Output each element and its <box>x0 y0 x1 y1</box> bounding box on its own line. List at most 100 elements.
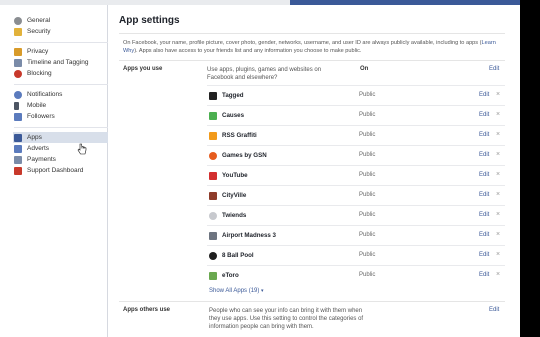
app-row-cityville[interactable]: CityVille Public Edit × <box>207 185 505 205</box>
app-row-twiends[interactable]: Twiends Public Edit × <box>207 205 505 225</box>
sidebar-item-blocking[interactable]: Blocking <box>14 68 108 79</box>
app-visibility: Public <box>359 132 376 138</box>
remove-app-icon[interactable]: × <box>496 110 500 120</box>
app-settings-panel: App settings On Facebook, your name, pro… <box>108 5 520 337</box>
app-edit-link[interactable]: Edit <box>479 151 489 160</box>
apps-others-use-edit-link[interactable]: Edit <box>489 307 499 313</box>
app-edit-link[interactable]: Edit <box>479 191 489 200</box>
sidebar-item-label: Support Dashboard <box>27 167 84 174</box>
sidebar-divider <box>14 42 108 43</box>
sidebar-item-support-dashboard[interactable]: Support Dashboard <box>14 165 108 176</box>
remove-app-icon[interactable]: × <box>496 170 500 180</box>
remove-app-icon[interactable]: × <box>496 210 500 220</box>
section-divider <box>119 301 505 302</box>
globe-icon <box>14 90 22 99</box>
sidebar-item-label: Followers <box>27 113 55 120</box>
show-all-apps-link[interactable]: Show All Apps (19) ▾ <box>209 288 264 294</box>
app-name: CityVille <box>222 192 247 199</box>
settings-sidebar: General Security Privacy Timeline and Ta… <box>0 5 108 337</box>
sidebar-divider <box>14 127 108 128</box>
app-visibility: Public <box>359 152 376 158</box>
rss-icon <box>14 112 22 121</box>
remove-app-icon[interactable]: × <box>496 190 500 200</box>
show-all-apps-label: Show All Apps (19) <box>209 288 260 294</box>
app-visibility: Public <box>359 272 376 278</box>
remove-app-icon[interactable]: × <box>496 250 500 260</box>
remove-app-icon[interactable]: × <box>496 270 500 280</box>
support-icon <box>14 166 22 175</box>
sidebar-item-label: Adverts <box>27 145 50 152</box>
tagged-icon <box>209 92 217 100</box>
sidebar-item-label: Security <box>27 28 51 35</box>
apps-icon <box>14 133 22 142</box>
app-visibility: Public <box>359 232 376 238</box>
apps-you-use-description: Use apps, plugins, games and websites on… <box>207 67 322 81</box>
adverts-icon <box>14 144 22 153</box>
gsn-icon <box>209 152 217 160</box>
sidebar-item-security[interactable]: Security <box>14 26 108 37</box>
sidebar-item-apps[interactable]: Apps <box>13 132 108 143</box>
apps-you-use-label: Apps you use <box>123 66 163 72</box>
app-row-causes[interactable]: Causes Public Edit × <box>207 105 505 125</box>
app-edit-link[interactable]: Edit <box>479 271 489 280</box>
payments-icon <box>14 155 22 164</box>
apps-platform-edit-link[interactable]: Edit <box>489 66 499 72</box>
remove-app-icon[interactable]: × <box>496 150 500 160</box>
app-edit-link[interactable]: Edit <box>479 251 489 260</box>
app-row-games-by-gsn[interactable]: Games by GSN Public Edit × <box>207 145 505 165</box>
app-name: Twiends <box>222 212 247 219</box>
sidebar-item-timeline-and-tagging[interactable]: Timeline and Tagging <box>14 57 108 68</box>
remove-app-icon[interactable]: × <box>496 130 500 140</box>
app-name: YouTube <box>222 172 248 179</box>
sidebar-item-privacy[interactable]: Privacy <box>14 46 108 57</box>
badge-icon <box>14 27 22 36</box>
sidebar-item-label: Payments <box>27 156 56 163</box>
intro-text-body: On Facebook, your name, profile picture,… <box>123 40 482 46</box>
sidebar-item-notifications[interactable]: Notifications <box>14 89 108 100</box>
app-edit-link[interactable]: Edit <box>479 91 489 100</box>
sidebar-item-adverts[interactable]: Adverts <box>14 143 108 154</box>
sidebar-item-label: Mobile <box>27 102 47 109</box>
app-visibility: Public <box>359 172 376 178</box>
title-divider <box>119 33 505 34</box>
app-name: eToro <box>222 272 239 279</box>
app-name: Airport Madness 3 <box>222 232 276 239</box>
sidebar-item-label: Notifications <box>27 91 63 98</box>
app-edit-link[interactable]: Edit <box>479 171 489 180</box>
app-row-etoro[interactable]: eToro Public Edit × <box>207 265 505 285</box>
rss-graffiti-icon <box>209 132 217 140</box>
sidebar-item-mobile[interactable]: Mobile <box>14 100 108 111</box>
pool-ball-icon <box>209 252 217 260</box>
app-visibility: Public <box>359 112 376 118</box>
timeline-icon <box>14 58 22 67</box>
app-row-youtube[interactable]: YouTube Public Edit × <box>207 165 505 185</box>
airplane-icon <box>209 232 217 240</box>
sidebar-item-label: Apps <box>27 134 42 141</box>
page-title: App settings <box>119 15 180 26</box>
app-name: Games by GSN <box>222 152 267 159</box>
sidebar-item-label: General <box>27 17 51 24</box>
app-edit-link[interactable]: Edit <box>479 211 489 220</box>
app-edit-link[interactable]: Edit <box>479 111 489 120</box>
sidebar-item-general[interactable]: General <box>14 15 108 26</box>
sidebar-item-payments[interactable]: Payments <box>14 154 108 165</box>
app-row-tagged[interactable]: Tagged Public Edit × <box>207 85 505 105</box>
app-row-rss-graffiti[interactable]: RSS Graffiti Public Edit × <box>207 125 505 145</box>
app-edit-link[interactable]: Edit <box>479 131 489 140</box>
app-edit-link[interactable]: Edit <box>479 231 489 240</box>
apps-others-use-description: People who can see your info can bring i… <box>209 308 364 330</box>
sidebar-item-label: Privacy <box>27 48 49 55</box>
apps-platform-state: On <box>360 66 369 72</box>
section-divider <box>119 60 505 61</box>
app-visibility: Public <box>359 192 376 198</box>
app-row-airport-madness-3[interactable]: Airport Madness 3 Public Edit × <box>207 225 505 245</box>
etoro-icon <box>209 272 217 280</box>
chevron-down-icon: ▾ <box>261 288 264 294</box>
remove-app-icon[interactable]: × <box>496 90 500 100</box>
app-name: RSS Graffiti <box>222 132 257 139</box>
mobile-icon <box>14 101 19 110</box>
sidebar-item-followers[interactable]: Followers <box>14 111 108 122</box>
app-visibility: Public <box>359 252 376 258</box>
app-row-8-ball-pool[interactable]: 8 Ball Pool Public Edit × <box>207 245 505 265</box>
remove-app-icon[interactable]: × <box>496 230 500 240</box>
